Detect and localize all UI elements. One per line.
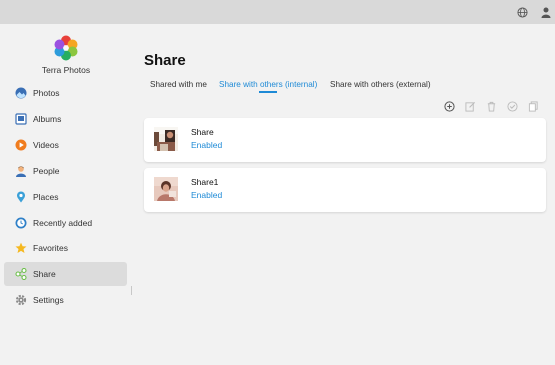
people-icon bbox=[15, 165, 27, 177]
sidebar-item-label: Share bbox=[33, 269, 56, 279]
copy-icon[interactable] bbox=[527, 100, 539, 112]
main-content: Share Shared with me Share with others (… bbox=[135, 24, 555, 365]
share-card[interactable]: Share1 Enabled bbox=[144, 168, 546, 212]
share-name: Share1 bbox=[191, 177, 219, 187]
videos-icon bbox=[15, 139, 27, 151]
settings-icon bbox=[15, 294, 27, 306]
share-status: Enabled bbox=[191, 190, 223, 200]
edit-icon[interactable] bbox=[464, 100, 476, 112]
add-icon[interactable] bbox=[443, 100, 455, 112]
share-icon bbox=[15, 268, 27, 280]
tab-share-with-others-internal[interactable]: Share with others (internal) bbox=[219, 80, 317, 89]
favorites-icon bbox=[15, 242, 27, 254]
sidebar-scrollbar[interactable] bbox=[131, 286, 132, 295]
sidebar-item-label: Recently added bbox=[33, 218, 93, 228]
sidebar-item-people[interactable]: People bbox=[4, 159, 127, 183]
user-icon[interactable] bbox=[540, 6, 552, 18]
sidebar-item-label: People bbox=[33, 166, 60, 176]
app-title: Terra Photos bbox=[41, 65, 91, 75]
share-name: Share bbox=[191, 127, 214, 137]
sidebar-item-label: Albums bbox=[33, 114, 62, 124]
sidebar-item-settings[interactable]: Settings bbox=[4, 288, 127, 312]
sidebar-item-label: Photos bbox=[33, 88, 60, 98]
globe-icon[interactable] bbox=[516, 6, 528, 18]
page-title: Share bbox=[144, 52, 186, 69]
sidebar: Terra Photos Photos Albums Videos People… bbox=[0, 24, 135, 365]
albums-icon bbox=[15, 113, 27, 125]
delete-icon[interactable] bbox=[485, 100, 497, 112]
top-bar bbox=[0, 0, 555, 24]
photos-icon bbox=[15, 87, 27, 99]
sidebar-item-favorites[interactable]: Favorites bbox=[4, 236, 127, 260]
sidebar-item-label: Favorites bbox=[33, 243, 68, 253]
tab-share-with-others-external[interactable]: Share with others (external) bbox=[330, 80, 431, 89]
sidebar-item-label: Places bbox=[33, 192, 59, 202]
sidebar-item-photos[interactable]: Photos bbox=[4, 81, 127, 105]
active-tab-indicator bbox=[259, 91, 277, 93]
sidebar-item-videos[interactable]: Videos bbox=[4, 133, 127, 157]
share-thumbnail bbox=[154, 177, 178, 201]
sidebar-item-recently-added[interactable]: Recently added bbox=[4, 211, 127, 235]
sidebar-item-share[interactable]: Share bbox=[4, 262, 127, 286]
select-icon[interactable] bbox=[506, 100, 518, 112]
places-icon bbox=[15, 191, 27, 203]
share-status: Enabled bbox=[191, 140, 223, 150]
share-thumbnail bbox=[154, 127, 178, 151]
sidebar-item-places[interactable]: Places bbox=[4, 185, 127, 209]
share-card[interactable]: Share Enabled bbox=[144, 118, 546, 162]
app-logo bbox=[52, 34, 80, 62]
tab-shared-with-me[interactable]: Shared with me bbox=[150, 80, 207, 89]
sidebar-item-albums[interactable]: Albums bbox=[4, 107, 127, 131]
recently-added-icon bbox=[15, 217, 27, 229]
sidebar-item-label: Settings bbox=[33, 295, 64, 305]
sidebar-item-label: Videos bbox=[33, 140, 59, 150]
